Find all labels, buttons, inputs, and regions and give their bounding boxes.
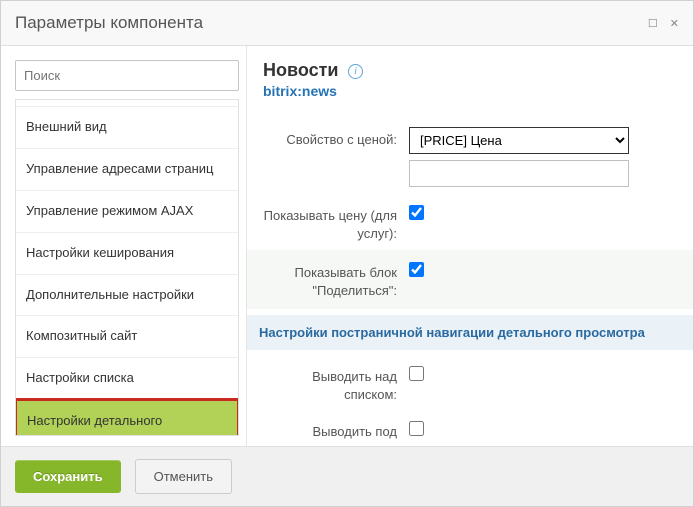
show-below-checkbox[interactable] — [409, 421, 424, 436]
save-button[interactable]: Сохранить — [15, 460, 121, 493]
sidebar-item-detail-settings[interactable]: Настройки детального просмотра — [15, 398, 239, 436]
price-property-text[interactable] — [409, 160, 629, 187]
label-show-share: Показывать блок "Поделиться": — [263, 260, 403, 299]
sidebar-item-caching[interactable]: Настройки кеширования — [16, 233, 238, 275]
cancel-button[interactable]: Отменить — [135, 459, 232, 494]
field-show-below — [403, 419, 677, 439]
show-share-checkbox[interactable] — [409, 262, 424, 277]
field-show-price — [403, 203, 677, 223]
sidebar-item-additional[interactable]: Дополнительные настройки — [16, 275, 238, 317]
field-show-above — [403, 364, 677, 384]
sidebar-item-truncated — [16, 100, 238, 107]
search-input[interactable] — [15, 60, 239, 91]
price-property-select[interactable]: [PRICE] Цена — [409, 127, 629, 154]
maximize-icon[interactable]: ☐ — [648, 17, 658, 30]
dialog-header: Параметры компонента ☐ ✕ — [1, 1, 693, 46]
section-header-pagination: Настройки постраничной навигации детальн… — [247, 315, 693, 350]
sidebar: Внешний вид Управление адресами страниц … — [1, 46, 247, 446]
row-show-above: Выводить над списком: — [263, 356, 677, 411]
page-title: Новости — [263, 60, 338, 81]
label-price-property: Свойство с ценой: — [263, 127, 403, 149]
show-price-checkbox[interactable] — [409, 205, 424, 220]
component-code: bitrix:news — [263, 83, 677, 99]
component-params-dialog: Параметры компонента ☐ ✕ Внешний вид Упр… — [0, 0, 694, 507]
main-header: Новости i — [263, 60, 677, 81]
info-icon[interactable]: i — [348, 64, 363, 79]
sidebar-item-appearance[interactable]: Внешний вид — [16, 107, 238, 149]
window-controls: ☐ ✕ — [648, 17, 679, 30]
row-show-price: Показывать цену (для услуг): — [263, 195, 677, 250]
dialog-footer: Сохранить Отменить — [1, 446, 693, 506]
row-price-property: Свойство с ценой: [PRICE] Цена — [263, 119, 677, 195]
row-show-below: Выводить под — [263, 411, 677, 446]
close-icon[interactable]: ✕ — [670, 17, 679, 30]
dialog-body: Внешний вид Управление адресами страниц … — [1, 46, 693, 446]
main-panel: Новости i bitrix:news Свойство с ценой: … — [247, 46, 693, 446]
field-price-property: [PRICE] Цена — [403, 127, 677, 187]
sidebar-item-list-settings[interactable]: Настройки списка — [16, 358, 238, 400]
sidebar-item-ajax[interactable]: Управление режимом AJAX — [16, 191, 238, 233]
show-above-checkbox[interactable] — [409, 366, 424, 381]
label-show-above: Выводить над списком: — [263, 364, 403, 403]
label-show-below: Выводить под — [263, 419, 403, 441]
label-show-price: Показывать цену (для услуг): — [263, 203, 403, 242]
sidebar-item-composite[interactable]: Композитный сайт — [16, 316, 238, 358]
sidebar-nav[interactable]: Внешний вид Управление адресами страниц … — [15, 99, 239, 436]
dialog-title: Параметры компонента — [15, 13, 203, 33]
sidebar-item-url-management[interactable]: Управление адресами страниц — [16, 149, 238, 191]
row-show-share: Показывать блок "Поделиться": — [247, 250, 693, 309]
field-show-share — [403, 260, 677, 280]
